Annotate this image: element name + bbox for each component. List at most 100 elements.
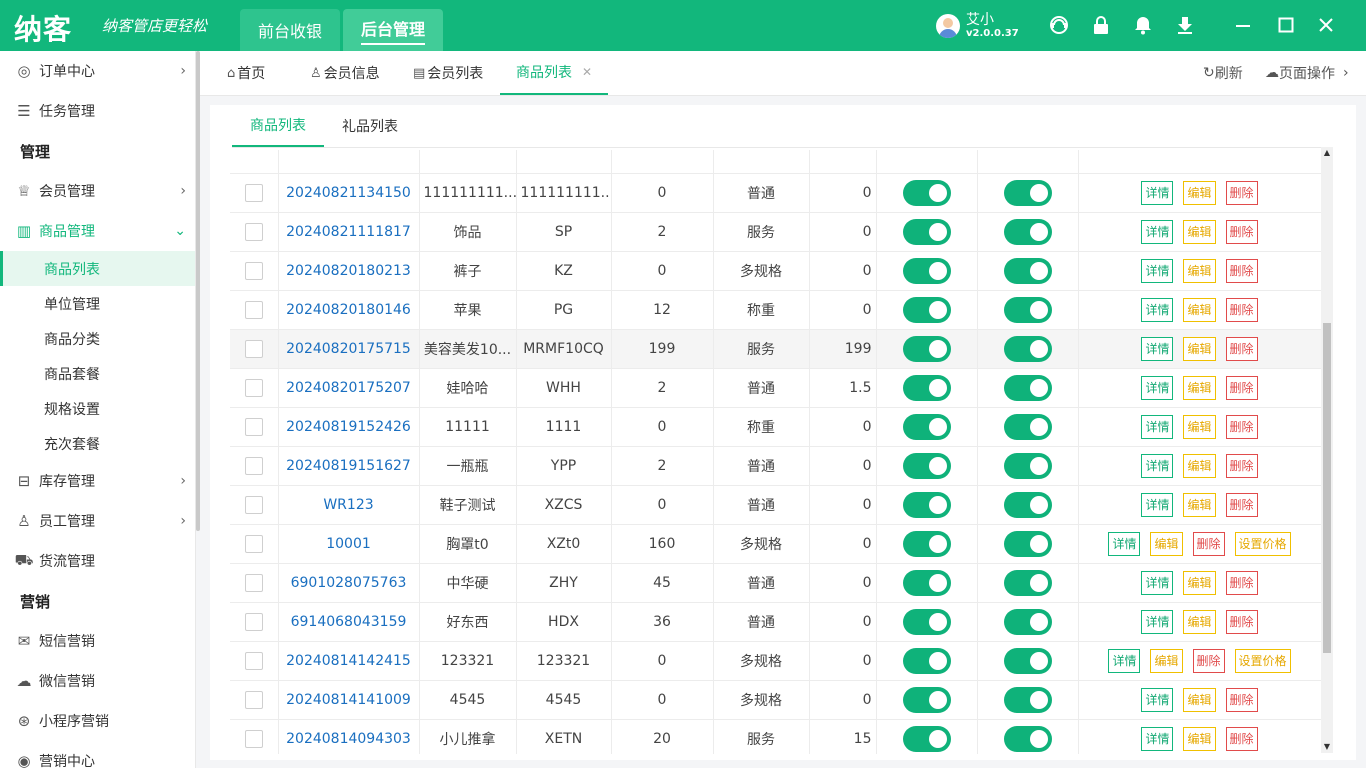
- tab-home[interactable]: ⌂ 首页: [227, 51, 265, 95]
- edit-button[interactable]: 编辑: [1183, 453, 1216, 478]
- tab-goods-list[interactable]: 商品列表 ✕: [500, 51, 609, 95]
- edit-button[interactable]: 编辑: [1150, 648, 1183, 673]
- row-checkbox[interactable]: [244, 573, 263, 592]
- delete-button[interactable]: 删除: [1225, 219, 1258, 244]
- row-checkbox[interactable]: [244, 183, 263, 202]
- row-checkbox[interactable]: [244, 729, 263, 748]
- row-checkbox[interactable]: [244, 261, 263, 280]
- tab-member-list[interactable]: ▤ 会员列表: [413, 51, 483, 95]
- page-ops-button[interactable]: ☁ 页面操作 ›: [1265, 51, 1349, 95]
- row-checkbox[interactable]: [244, 339, 263, 358]
- row-checkbox[interactable]: [244, 534, 263, 553]
- edit-button[interactable]: 编辑: [1183, 375, 1216, 400]
- row-checkbox[interactable]: [244, 300, 263, 319]
- discount-toggle[interactable]: [1003, 725, 1052, 752]
- edit-button[interactable]: 编辑: [1183, 609, 1216, 634]
- subtab-gift-list[interactable]: 礼品列表: [324, 105, 416, 147]
- detail-button[interactable]: 详情: [1141, 336, 1174, 361]
- delete-button[interactable]: 删除: [1192, 648, 1225, 673]
- discount-toggle[interactable]: [1003, 335, 1052, 362]
- close-icon[interactable]: ✕: [582, 65, 592, 79]
- detail-button[interactable]: 详情: [1141, 687, 1174, 712]
- row-checkbox[interactable]: [244, 495, 263, 514]
- discount-toggle[interactable]: [1003, 413, 1052, 440]
- delete-button[interactable]: 删除: [1192, 531, 1225, 556]
- detail-button[interactable]: 详情: [1108, 648, 1141, 673]
- delete-button[interactable]: 删除: [1225, 687, 1258, 712]
- detail-button[interactable]: 详情: [1141, 219, 1174, 244]
- sidebar-item-order-center[interactable]: ◎ 订单中心 ›: [0, 51, 195, 91]
- download-icon[interactable]: [1173, 13, 1197, 37]
- sidebar-item-member-manage[interactable]: ♕ 会员管理 ›: [0, 171, 195, 211]
- edit-button[interactable]: 编辑: [1183, 726, 1216, 751]
- goods-code-link[interactable]: 20240821111817: [278, 212, 420, 252]
- minimize-icon[interactable]: [1231, 13, 1255, 37]
- status-toggle[interactable]: [902, 569, 951, 596]
- edit-button[interactable]: 编辑: [1183, 414, 1216, 439]
- detail-button[interactable]: 详情: [1141, 258, 1174, 283]
- edit-button[interactable]: 编辑: [1150, 531, 1183, 556]
- goods-code-link[interactable]: 20240819151627: [278, 446, 420, 486]
- sidebar-item-wechat-marketing[interactable]: ☁ 微信营销: [0, 661, 195, 701]
- user-info[interactable]: 艾小 v2.0.0.37: [936, 10, 1019, 42]
- scroll-down-icon[interactable]: ▼: [1321, 741, 1333, 753]
- status-toggle[interactable]: [902, 491, 951, 518]
- row-checkbox[interactable]: [244, 456, 263, 475]
- edit-button[interactable]: 编辑: [1183, 336, 1216, 361]
- detail-button[interactable]: 详情: [1141, 726, 1174, 751]
- sidebar-scrollbar[interactable]: [196, 51, 200, 531]
- edit-button[interactable]: 编辑: [1183, 297, 1216, 322]
- subtab-goods-list[interactable]: 商品列表: [232, 105, 324, 147]
- scrollbar-thumb[interactable]: [1323, 323, 1331, 653]
- delete-button[interactable]: 删除: [1225, 258, 1258, 283]
- status-toggle[interactable]: [902, 530, 951, 557]
- sidebar-subitem-unit-manage[interactable]: 单位管理: [0, 286, 195, 321]
- edit-button[interactable]: 编辑: [1183, 492, 1216, 517]
- sidebar-subitem-goods-list[interactable]: 商品列表: [0, 251, 195, 286]
- discount-toggle[interactable]: [1003, 452, 1052, 479]
- sidebar-item-goods-manage[interactable]: ▥ 商品管理 ⌄: [0, 211, 195, 251]
- status-toggle[interactable]: [902, 179, 951, 206]
- delete-button[interactable]: 删除: [1225, 453, 1258, 478]
- goods-code-link[interactable]: 20240820180213: [278, 251, 420, 291]
- row-checkbox[interactable]: [244, 222, 263, 241]
- edit-button[interactable]: 编辑: [1183, 219, 1216, 244]
- status-toggle[interactable]: [902, 374, 951, 401]
- goods-code-link[interactable]: 10001: [278, 524, 420, 564]
- sidebar-subitem-goods-package[interactable]: 商品套餐: [0, 356, 195, 391]
- discount-toggle[interactable]: [1003, 296, 1052, 323]
- refresh-button[interactable]: ↻ 刷新: [1203, 51, 1243, 95]
- delete-button[interactable]: 删除: [1225, 726, 1258, 751]
- goods-code-link[interactable]: 20240814094303: [278, 719, 420, 754]
- row-checkbox[interactable]: [244, 690, 263, 709]
- set-price-button[interactable]: 设置价格: [1234, 531, 1291, 556]
- status-toggle[interactable]: [902, 218, 951, 245]
- bell-icon[interactable]: [1131, 13, 1155, 37]
- detail-button[interactable]: 详情: [1141, 570, 1174, 595]
- delete-button[interactable]: 删除: [1225, 414, 1258, 439]
- row-checkbox[interactable]: [244, 378, 263, 397]
- discount-toggle[interactable]: [1003, 491, 1052, 518]
- set-price-button[interactable]: 设置价格: [1234, 648, 1291, 673]
- detail-button[interactable]: 详情: [1141, 180, 1174, 205]
- detail-button[interactable]: 详情: [1141, 492, 1174, 517]
- delete-button[interactable]: 删除: [1225, 297, 1258, 322]
- detail-button[interactable]: 详情: [1141, 453, 1174, 478]
- goods-code-link[interactable]: 6914068043159: [278, 602, 420, 642]
- sidebar-subitem-spec-settings[interactable]: 规格设置: [0, 391, 195, 426]
- delete-button[interactable]: 删除: [1225, 492, 1258, 517]
- edit-button[interactable]: 编辑: [1183, 687, 1216, 712]
- close-icon[interactable]: [1314, 13, 1338, 37]
- scroll-up-icon[interactable]: ▲: [1321, 147, 1333, 159]
- status-toggle[interactable]: [902, 686, 951, 713]
- support-icon[interactable]: [1047, 13, 1071, 37]
- sidebar-item-stock-manage[interactable]: ⊟ 库存管理 ›: [0, 461, 195, 501]
- sidebar-item-mini-program-marketing[interactable]: ⊛ 小程序营销: [0, 701, 195, 741]
- edit-button[interactable]: 编辑: [1183, 258, 1216, 283]
- discount-toggle[interactable]: [1003, 569, 1052, 596]
- lock-icon[interactable]: [1089, 13, 1113, 37]
- status-toggle[interactable]: [902, 296, 951, 323]
- goods-code-link[interactable]: 20240819152426: [278, 407, 420, 447]
- table-scrollbar[interactable]: ▲ ▼: [1321, 147, 1333, 753]
- discount-toggle[interactable]: [1003, 218, 1052, 245]
